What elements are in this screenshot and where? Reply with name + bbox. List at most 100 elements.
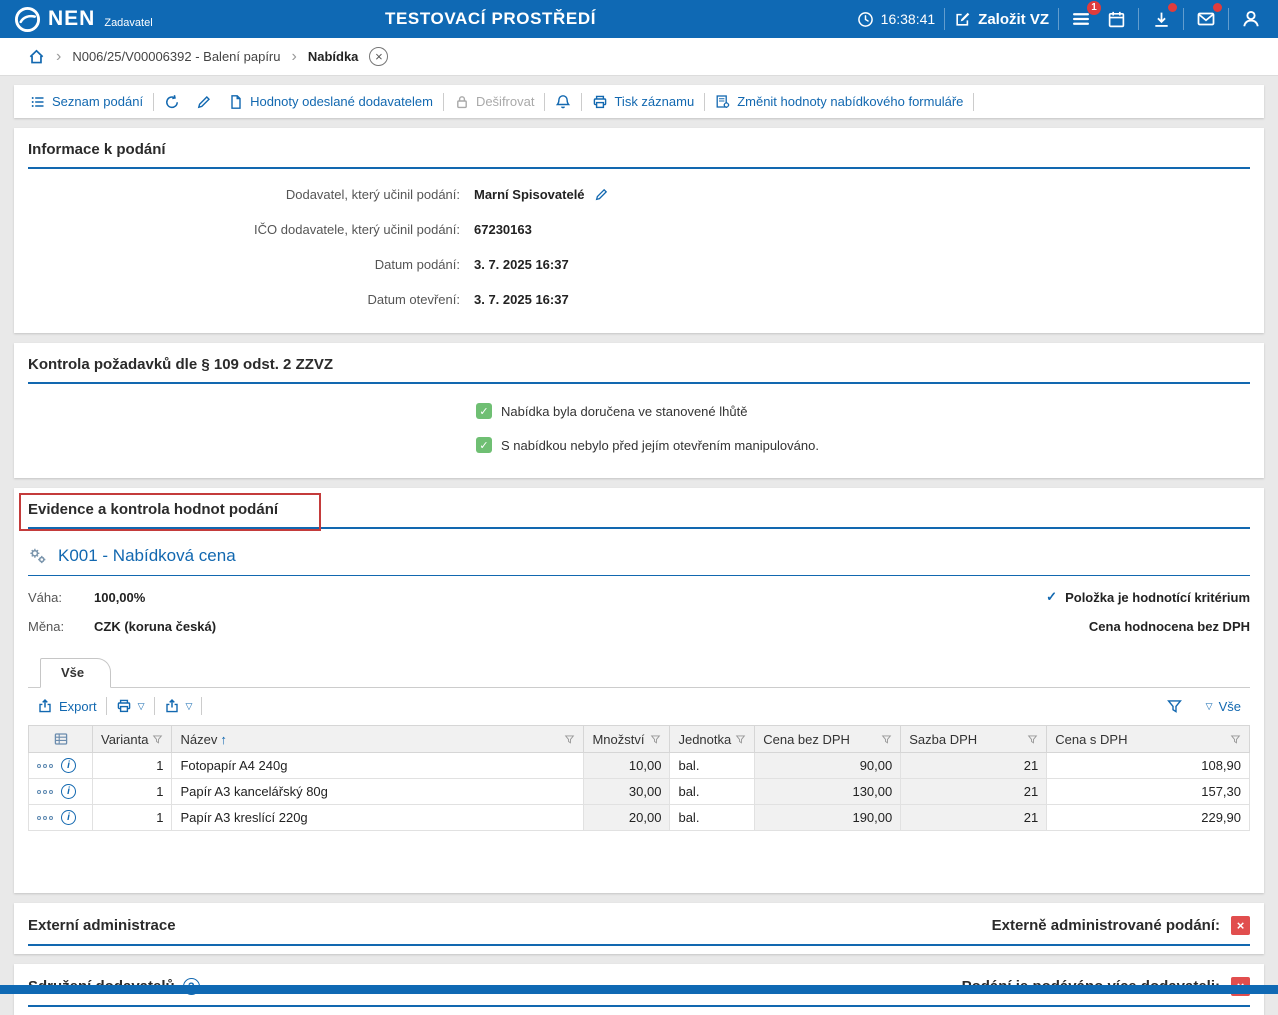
nen-logo-icon[interactable] [14, 6, 41, 33]
cell-jednotka: bal. [670, 805, 755, 831]
tab-vse[interactable]: Vše [40, 658, 111, 688]
cell-varianta: 1 [93, 805, 172, 831]
toolbar-separator [704, 93, 705, 111]
cell-mnozstvi: 20,00 [584, 805, 670, 831]
cell-varianta: 1 [93, 753, 172, 779]
flag-no-icon[interactable]: × [1231, 916, 1250, 935]
breadcrumb-current: Nabídka [308, 49, 359, 64]
current-time: 16:38:41 [881, 11, 936, 27]
cell-nazev: Fotopapír A4 240g [172, 753, 584, 779]
criterion-name: K001 - Nabídková cena [58, 546, 236, 566]
print-grid-button[interactable]: ▽ [109, 698, 152, 714]
criterion-header: K001 - Nabídková cena [28, 546, 1250, 576]
user-profile-button[interactable] [1238, 6, 1264, 32]
column-filter-icon[interactable] [650, 734, 661, 745]
toolbar-separator [153, 93, 154, 111]
info-section: Informace k podání Dodavatel, který učin… [14, 128, 1264, 333]
breadcrumb: › N006/25/V00006392 - Balení papíru › Na… [0, 38, 1278, 76]
row-info-icon[interactable]: i [61, 784, 76, 799]
cell-cena-bez-dph: 130,00 [755, 779, 901, 805]
field-datum-otevreni: Datum otevření: 3. 7. 2025 16:37 [28, 282, 1250, 317]
criterion-flag: Položka je hodnotící kritérium [1065, 590, 1250, 605]
mail-icon [1196, 9, 1216, 29]
brand-name: NEN [48, 6, 95, 32]
column-filter-icon[interactable] [152, 734, 163, 745]
col-nazev[interactable]: Název↑ [172, 726, 584, 753]
row-info-icon[interactable]: i [61, 758, 76, 773]
create-vz-button[interactable]: Založit VZ [954, 11, 1049, 28]
downloads-notification-dot [1168, 3, 1177, 12]
calendar-icon [1107, 10, 1126, 29]
header-separator [1228, 8, 1229, 30]
column-filter-icon[interactable] [735, 734, 746, 745]
row-info-icon[interactable]: i [61, 810, 76, 825]
field-label: Datum podání: [28, 257, 460, 272]
section-title: Evidence a kontrola hodnot podání [28, 501, 278, 518]
column-filter-icon[interactable] [564, 734, 575, 745]
app-header: NEN Zadavatel TESTOVACÍ PROSTŘEDÍ 16:38:… [0, 0, 1278, 38]
seznam-podani-button[interactable]: Seznam podání [22, 94, 151, 110]
col-varianta[interactable]: Varianta [93, 726, 172, 753]
brand-role: Zadavatel [104, 17, 152, 29]
edit-record-button[interactable] [188, 94, 220, 110]
share-icon [164, 698, 180, 714]
mena-label: Měna: [28, 619, 94, 634]
export-button[interactable]: Export [30, 698, 104, 714]
refresh-button[interactable] [156, 94, 188, 110]
field-value: 3. 7. 2025 16:37 [474, 292, 569, 307]
header-separator [1058, 8, 1059, 30]
tisk-zaznamu-button[interactable]: Tisk záznamu [584, 94, 702, 110]
filter-funnel-icon[interactable] [1166, 698, 1183, 715]
row-menu-icon[interactable] [37, 790, 53, 794]
lock-icon [454, 94, 470, 110]
notifications-button[interactable] [547, 94, 579, 110]
column-filter-icon[interactable] [1230, 734, 1241, 745]
cell-cena-s-dph: 108,90 [1047, 753, 1250, 779]
col-cena-s-dph[interactable]: Cena s DPH [1047, 726, 1250, 753]
column-filter-icon[interactable] [881, 734, 892, 745]
sort-ascending-icon[interactable]: ↑ [220, 732, 227, 747]
tasks-menu-button[interactable]: 1 [1068, 6, 1094, 32]
desifrovat-button[interactable]: Dešifrovat [446, 94, 543, 110]
footer-bar [0, 985, 1278, 994]
export-icon [37, 698, 53, 714]
messages-button[interactable] [1193, 6, 1219, 32]
row-menu-icon[interactable] [37, 816, 53, 820]
col-cena-bez-dph[interactable]: Cena bez DPH [755, 726, 901, 753]
col-sazba-dph[interactable]: Sazba DPH [901, 726, 1047, 753]
section-title: Externí administrace [28, 917, 176, 934]
breadcrumb-contract-link[interactable]: N006/25/V00006392 - Balení papíru [72, 49, 280, 64]
col-jednotka[interactable]: Jednotka [670, 726, 755, 753]
filter-preset-dropdown[interactable]: ▽ Vše [1199, 699, 1248, 714]
cell-sazba-dph: 21 [901, 779, 1047, 805]
calendar-button[interactable] [1103, 6, 1129, 32]
header-separator [1138, 8, 1139, 30]
pencil-icon [196, 94, 212, 110]
downloads-button[interactable] [1148, 6, 1174, 32]
table-header-row: Varianta Název↑ Množství Jednotka Cena b… [29, 726, 1250, 753]
mena-value: CZK (koruna česká) [94, 619, 216, 634]
toolbar-separator [973, 93, 974, 111]
list-icon [30, 94, 46, 110]
column-filter-icon[interactable] [1027, 734, 1038, 745]
field-ico: IČO dodavatele, který učinil podání: 672… [28, 212, 1250, 247]
mena-row: Měna: CZK (koruna česká) Cena hodnocena … [28, 612, 1250, 641]
check-label: S nabídkou nebylo před jejím otevřením m… [501, 438, 819, 453]
grid-icon [53, 731, 69, 747]
grid-toolbar: Export ▽ ▽ ▽ Vše [28, 688, 1250, 724]
bell-icon [555, 94, 571, 110]
zmenit-hodnoty-button[interactable]: Změnit hodnoty nabídkového formuláře [707, 94, 971, 110]
vaha-value: 100,00% [94, 590, 145, 605]
messages-notification-dot [1213, 3, 1222, 12]
col-mnozstvi[interactable]: Množství [584, 726, 670, 753]
environment-title: TESTOVACÍ PROSTŘEDÍ [385, 9, 596, 29]
hodnoty-odeslane-button[interactable]: Hodnoty odeslané dodavatelem [220, 94, 441, 110]
close-tab-icon[interactable]: × [369, 47, 388, 66]
home-icon[interactable] [28, 48, 45, 65]
toolbar-separator [544, 93, 545, 111]
toolbar-separator [201, 697, 202, 715]
share-grid-button[interactable]: ▽ [157, 698, 200, 714]
header-separator [944, 8, 945, 30]
row-menu-icon[interactable] [37, 764, 53, 768]
edit-supplier-icon[interactable] [594, 187, 609, 202]
